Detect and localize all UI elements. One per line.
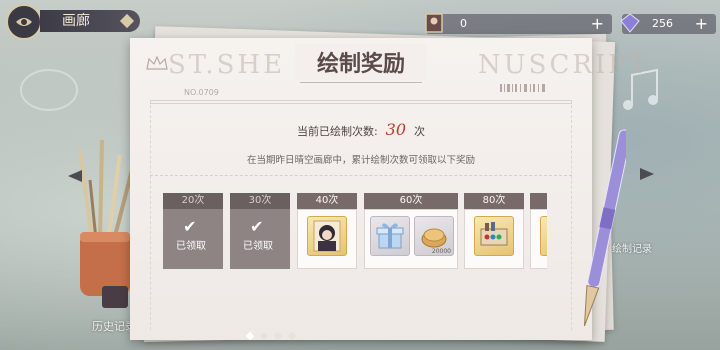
reward-item[interactable] [307,216,347,256]
reward-body [530,209,547,269]
reward-card-next[interactable] [530,193,547,269]
section-title: 画廊 [40,10,140,32]
reward-card-80[interactable]: 80次 [464,193,524,269]
reward-threshold: 60次 [364,193,458,209]
draw-count-value: 30 [385,120,407,139]
reward-threshold: 40次 [297,193,357,209]
panel-title: 绘制奖励 [316,51,405,77]
serial-number: NO.0709 [184,88,219,97]
reward-card-30[interactable]: 30次 ✔ 已领取 [230,193,290,269]
reward-item[interactable] [370,216,410,256]
gift-box-icon [376,223,404,249]
divider [300,82,422,83]
reward-item[interactable] [540,216,547,256]
character-portrait-icon [313,220,341,252]
reward-body [464,209,524,269]
reward-body [297,209,357,269]
section-title-text: 画廊 [62,13,90,29]
bubble-doodle-icon [20,69,78,111]
reward-body: 20000 [364,209,458,269]
divider [150,175,572,176]
checkmark-icon: ✔ [183,217,197,236]
reward-threshold: 20次 [163,193,223,209]
barcode-icon [500,84,545,92]
reward-threshold [530,193,547,209]
draw-count-label: 当前已绘制次数: [296,125,378,138]
add-gem-button[interactable]: + [695,14,708,33]
diamond-icon [119,13,135,29]
fountain-pen-icon [583,129,626,327]
claimed-mark: ✔ 已领取 [169,217,213,259]
resource-gem: 256 + [620,13,716,34]
reward-description: 在当期昨日晴空画廊中，累计绘制次数可领取以下奖励 [246,155,475,166]
divider [150,100,572,101]
eye-emblem-icon [16,18,32,26]
paint-palette-icon [480,222,508,246]
gem-count: 256 [652,17,673,30]
portrait-count: 0 [460,17,467,30]
next-page-icon[interactable] [640,168,654,180]
draw-count-line: 当前已绘制次数: 30 次 [130,120,592,139]
gem-icon [620,13,640,33]
reward-card-20[interactable]: 20次 ✔ 已领取 [163,193,223,269]
claimed-text: 已领取 [243,241,273,252]
draw-record-tag[interactable]: 绘制记录 [612,240,652,255]
reward-list: 20次 ✔ 已领取 30次 ✔ 已领取 40次 60次 20000 80次 [163,193,547,269]
resource-portrait: 0 + [425,13,612,34]
divider [150,103,572,104]
add-portrait-button[interactable]: + [591,14,604,33]
prev-page-icon[interactable] [68,170,82,182]
reward-card-40[interactable]: 40次 [297,193,357,269]
reward-body: ✔ 已领取 [230,209,290,269]
reward-threshold: 30次 [230,193,290,209]
reward-body: ✔ 已领取 [163,209,223,269]
reward-card-60[interactable]: 60次 20000 [364,193,458,269]
reward-item[interactable]: 20000 [414,216,454,256]
item-quantity: 20000 [431,248,451,255]
portrait-frame-icon [425,13,443,33]
draw-count-unit: 次 [414,125,426,138]
checkmark-icon: ✔ [250,217,264,236]
reward-panel: ST.SHE NUSCRIPT 绘制奖励 NO.0709 当前已绘制次数: 30 次… [130,38,646,340]
reward-threshold: 80次 [464,193,524,209]
claimed-mark: ✔ 已领取 [236,217,280,259]
claimed-text: 已领取 [176,241,206,252]
reward-item[interactable] [474,216,514,256]
header-marks [500,84,550,96]
back-button[interactable] [6,4,42,40]
